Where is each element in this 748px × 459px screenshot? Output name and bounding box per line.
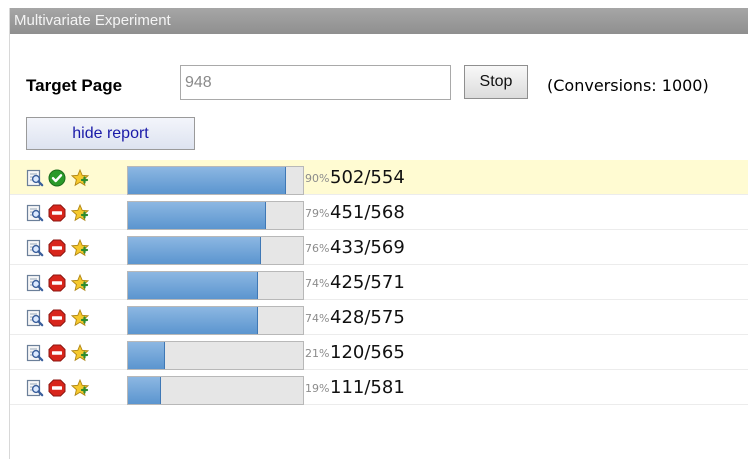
stop-icon[interactable] [48,239,66,257]
progress-bar-fill [128,272,258,299]
percent-label: 21% [305,347,330,360]
target-page-label: Target Page [26,76,123,95]
target-page-input[interactable] [180,65,451,100]
percent-label: 19% [305,382,330,395]
variant-list: 90% 502/554 79% 451/568 76% 433/569 74% 425/571… [10,160,748,405]
hide-report-button[interactable]: hide report [26,117,195,150]
panel-title: Multivariate Experiment [10,8,748,34]
percent-label: 74% [305,277,330,290]
progress-bar [127,201,304,230]
stop-icon[interactable] [48,274,66,292]
stop-icon[interactable] [48,379,66,397]
add-star-icon[interactable] [70,378,90,397]
stop-icon[interactable] [48,344,66,362]
progress-bar-fill [128,237,261,264]
stop-button[interactable]: Stop [464,65,528,99]
view-report-icon[interactable] [26,344,44,362]
progress-bar-fill [128,377,162,404]
variant-row: 90% 502/554 [10,160,748,195]
progress-bar-fill [128,307,258,334]
conversions-count: (Conversions: 1000) [547,76,709,95]
variant-row: 19% 111/581 [10,370,748,405]
view-report-icon[interactable] [26,379,44,397]
percent-label: 76% [305,242,330,255]
variant-row: 76% 433/569 [10,230,748,265]
percent-label: 79% [305,207,330,220]
multivariate-panel: Multivariate Experiment Target Page Stop… [9,8,748,459]
conversion-ratio: 120/565 [330,342,405,363]
add-star-icon[interactable] [70,273,90,292]
progress-bar-fill [128,202,267,229]
variant-row: 79% 451/568 [10,195,748,230]
variant-row: 74% 425/571 [10,265,748,300]
conversion-ratio: 425/571 [330,272,405,293]
view-report-icon[interactable] [26,239,44,257]
conversion-ratio: 433/569 [330,237,405,258]
progress-bar [127,306,304,335]
variant-row: 74% 428/575 [10,300,748,335]
add-star-icon[interactable] [70,238,90,257]
add-star-icon[interactable] [70,203,90,222]
conversion-ratio: 502/554 [330,167,405,188]
progress-bar [127,376,304,405]
progress-bar [127,341,304,370]
add-star-icon[interactable] [70,308,90,327]
conversion-ratio: 451/568 [330,202,405,223]
progress-bar [127,236,304,265]
view-report-icon[interactable] [26,274,44,292]
conversion-ratio: 111/581 [330,377,405,398]
percent-label: 74% [305,312,330,325]
progress-bar [127,166,304,195]
percent-label: 90% [305,172,330,185]
view-report-icon[interactable] [26,169,44,187]
stop-icon[interactable] [48,309,66,327]
view-report-icon[interactable] [26,309,44,327]
add-star-icon[interactable] [70,343,90,362]
progress-bar-fill [128,167,286,194]
check-icon[interactable] [48,169,66,187]
view-report-icon[interactable] [26,204,44,222]
stop-icon[interactable] [48,204,66,222]
variant-row: 21% 120/565 [10,335,748,370]
conversion-ratio: 428/575 [330,307,405,328]
progress-bar-fill [128,342,165,369]
progress-bar [127,271,304,300]
add-star-icon[interactable] [70,168,90,187]
